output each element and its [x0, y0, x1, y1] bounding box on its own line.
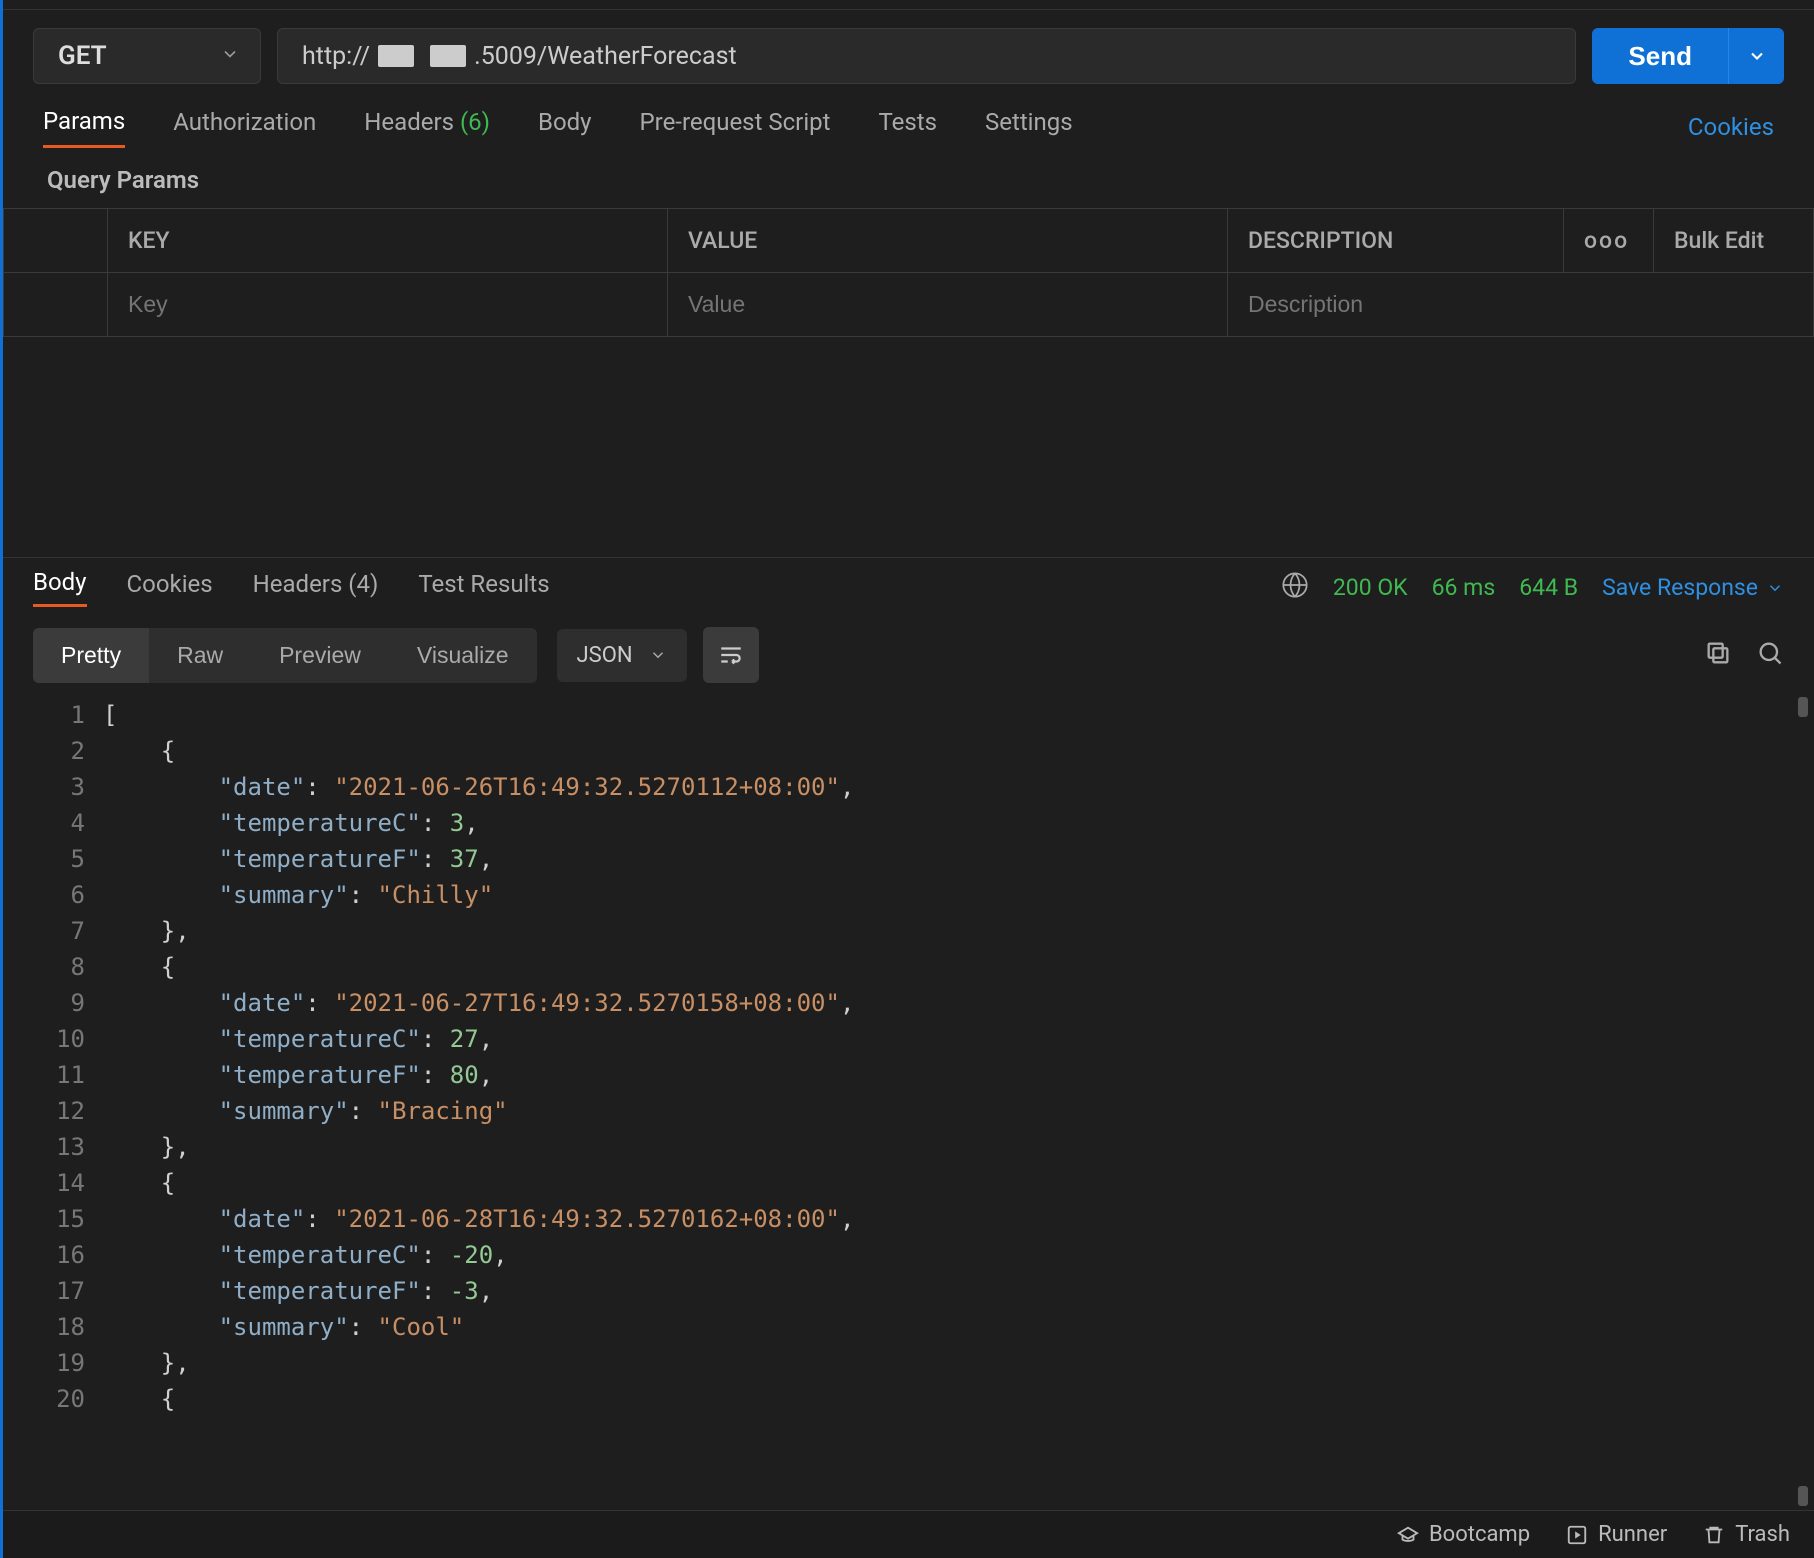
bootcamp-label: Bootcamp [1429, 1522, 1530, 1547]
response-tab-body[interactable]: Body [33, 568, 87, 607]
response-tab-cookies[interactable]: Cookies [127, 570, 213, 606]
top-border [3, 0, 1814, 10]
chevron-down-icon [220, 44, 240, 68]
search-icon[interactable] [1756, 639, 1784, 671]
tab-params[interactable]: Params [43, 107, 125, 148]
url-prefix: http:// [302, 42, 370, 71]
query-params-heading: Query Params [3, 152, 1814, 208]
status-bar: Bootcamp Runner Trash [3, 1510, 1814, 1558]
send-button[interactable]: Send [1592, 28, 1728, 84]
param-desc-input[interactable] [1248, 291, 1793, 318]
view-raw-button[interactable]: Raw [149, 628, 251, 683]
url-suffix: .5009/WeatherForecast [474, 42, 737, 71]
method-label: GET [58, 41, 220, 71]
tab-headers-count: (6) [460, 108, 490, 136]
response-tabs: Body Cookies Headers (4) Test Results 20… [3, 557, 1814, 617]
response-view-controls: Pretty Raw Preview Visualize JSON [3, 617, 1814, 693]
tab-headers-label: Headers [364, 108, 454, 136]
response-time: 66 ms [1432, 574, 1496, 601]
copy-icon[interactable] [1704, 639, 1732, 671]
params-header-checkbox [4, 209, 108, 273]
param-key-input[interactable] [128, 291, 647, 318]
response-tab-headers-label: Headers [253, 570, 343, 598]
view-pretty-button[interactable]: Pretty [33, 628, 149, 683]
params-table: KEY VALUE DESCRIPTION ooo Bulk Edit [3, 208, 1814, 337]
scrollbar-thumb[interactable] [1798, 1486, 1808, 1506]
runner-label: Runner [1598, 1522, 1667, 1547]
request-bar: GET http:// .5009/WeatherForecast Send [3, 10, 1814, 102]
status-code: 200 OK [1333, 574, 1408, 601]
params-options-button[interactable]: ooo [1564, 209, 1654, 273]
params-header-value: VALUE [668, 209, 1228, 273]
view-preview-button[interactable]: Preview [251, 628, 389, 683]
format-selector[interactable]: JSON [557, 629, 687, 682]
save-response-label: Save Response [1602, 574, 1758, 601]
trash-button[interactable]: Trash [1703, 1522, 1790, 1547]
url-input[interactable]: http:// .5009/WeatherForecast [277, 28, 1576, 84]
empty-area [3, 337, 1814, 557]
view-visualize-button[interactable]: Visualize [389, 628, 537, 683]
request-tabs: Params Authorization Headers (6) Body Pr… [3, 102, 1814, 152]
scrollbar-thumb[interactable] [1798, 697, 1808, 717]
response-tab-headers[interactable]: Headers (4) [253, 570, 379, 606]
wrap-lines-button[interactable] [703, 627, 759, 683]
tab-authorization[interactable]: Authorization [173, 108, 316, 146]
tab-headers[interactable]: Headers (6) [364, 108, 490, 146]
params-header-desc: DESCRIPTION [1228, 209, 1564, 273]
tab-settings[interactable]: Settings [985, 108, 1073, 146]
response-body-viewer[interactable]: 1234567891011121314151617181920 [ { "dat… [3, 693, 1814, 1510]
tab-body[interactable]: Body [538, 108, 592, 146]
cookies-link[interactable]: Cookies [1688, 113, 1774, 141]
url-redaction [430, 45, 466, 67]
send-dropdown-button[interactable] [1728, 28, 1784, 84]
bulk-edit-button[interactable]: Bulk Edit [1654, 209, 1814, 273]
param-value-input[interactable] [688, 291, 1207, 318]
response-size: 644 B [1519, 574, 1578, 601]
bootcamp-button[interactable]: Bootcamp [1397, 1522, 1530, 1547]
trash-label: Trash [1735, 1522, 1790, 1547]
params-header-key: KEY [108, 209, 668, 273]
runner-button[interactable]: Runner [1566, 1522, 1667, 1547]
url-redaction [378, 45, 414, 67]
save-response-button[interactable]: Save Response [1602, 574, 1784, 601]
tab-tests[interactable]: Tests [878, 108, 937, 146]
method-selector[interactable]: GET [33, 28, 261, 84]
response-tab-testresults[interactable]: Test Results [418, 570, 549, 606]
format-label: JSON [577, 643, 633, 668]
tab-prerequest[interactable]: Pre-request Script [640, 108, 831, 146]
table-row [4, 273, 1814, 337]
response-tab-headers-count: (4) [348, 570, 378, 598]
globe-icon[interactable] [1281, 571, 1309, 605]
